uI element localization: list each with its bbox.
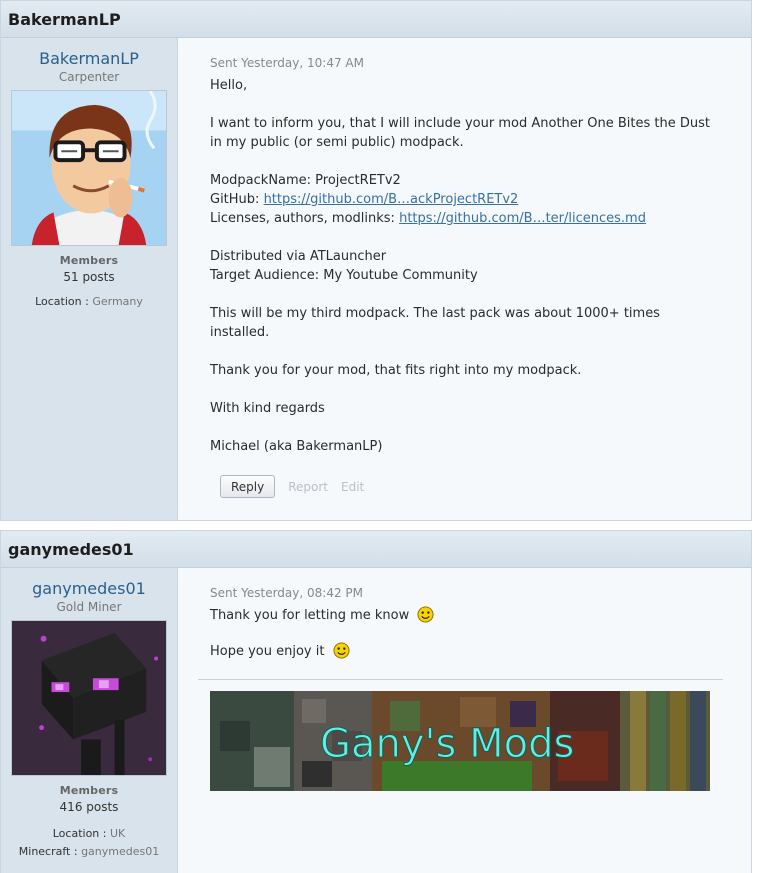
author-name-link[interactable]: ganymedes01 — [1, 579, 177, 598]
minecraft-value: ganymedes01 — [81, 845, 160, 858]
message-text: Thank you for letting me know — [210, 608, 410, 623]
avatar[interactable] — [11, 90, 167, 246]
smiley-icon — [333, 642, 350, 659]
paragraph: Thank you for your mod, that fits right … — [210, 363, 582, 378]
signature: Michael (aka BakermanLP) — [210, 439, 383, 454]
author-name-link[interactable]: BakermanLP — [1, 49, 177, 68]
post-actions: Reply Report Edit — [220, 475, 751, 498]
github-label: GitHub: — [210, 192, 264, 207]
post-count: 416 posts — [59, 800, 119, 814]
author-sidebar: BakermanLP Carpenter Members 51 posts Lo… — [1, 38, 178, 520]
author-sidebar: ganymedes01 Gold Miner Members 416 posts — [1, 568, 178, 873]
banner-text: Gany's Mods — [320, 721, 574, 767]
message-text: Hope you enjoy it — [210, 644, 325, 659]
location: Location : Germany — [1, 293, 177, 311]
reply-button[interactable]: Reply — [220, 475, 276, 498]
location-label: Location : — [35, 295, 89, 308]
location-value: Germany — [92, 295, 143, 308]
message-body: Hello, I want to inform you, that I will… — [210, 76, 751, 456]
signature-divider — [198, 679, 723, 680]
report-link[interactable]: Report — [288, 480, 328, 494]
author-rank: Gold Miner — [56, 600, 122, 614]
message-content: Sent Yesterday, 10:47 AM Hello, I want t… — [178, 38, 751, 520]
paragraph: This will be my third modpack. The last … — [210, 306, 660, 340]
minecraft-label: Minecraft : — [18, 845, 78, 858]
modpack-name: ModpackName: ProjectRETv2 — [210, 173, 401, 188]
avatar[interactable] — [11, 620, 167, 776]
message-line: Hope you enjoy it — [210, 642, 751, 661]
licenses-link[interactable]: https://github.com/B…ter/licences.md — [399, 211, 646, 226]
greeting: Hello, — [210, 78, 248, 93]
smiley-icon — [417, 606, 434, 623]
member-group: Members — [59, 254, 119, 267]
sent-timestamp: Sent Yesterday, 10:47 AM — [210, 56, 364, 70]
licenses-label: Licenses, authors, modlinks: — [210, 211, 400, 226]
location-label: Location : — [52, 827, 107, 840]
github-link[interactable]: https://github.com/B…ackProjectRETv2 — [264, 192, 519, 207]
author-rank: Carpenter — [58, 70, 120, 84]
location: Location : UK — [1, 825, 177, 843]
edit-link[interactable]: Edit — [341, 480, 364, 494]
post-header: ganymedes01 — [1, 531, 751, 568]
regards: With kind regards — [210, 401, 325, 416]
post-count: 51 posts — [63, 270, 115, 284]
member-group: Members — [59, 784, 119, 797]
message-post: BakermanLP BakermanLP Carpenter Members … — [0, 0, 752, 521]
sent-timestamp: Sent Yesterday, 08:42 PM — [210, 586, 363, 600]
minecraft-name: Minecraft : ganymedes01 — [1, 843, 177, 861]
distribution-line: Distributed via ATLauncher — [210, 249, 387, 264]
signature-banner-image: Gany's Mods — [210, 691, 710, 791]
location-value: UK — [109, 827, 126, 840]
paragraph: I want to inform you, that I will includ… — [210, 116, 710, 150]
post-header: BakermanLP — [1, 1, 751, 38]
message-content: Sent Yesterday, 08:42 PM Thank you for l… — [178, 568, 751, 873]
message-post: ganymedes01 ganymedes01 Gold Miner Membe… — [0, 530, 752, 873]
audience-line: Target Audience: My Youtube Community — [210, 268, 478, 283]
message-line: Thank you for letting me know — [210, 606, 751, 625]
